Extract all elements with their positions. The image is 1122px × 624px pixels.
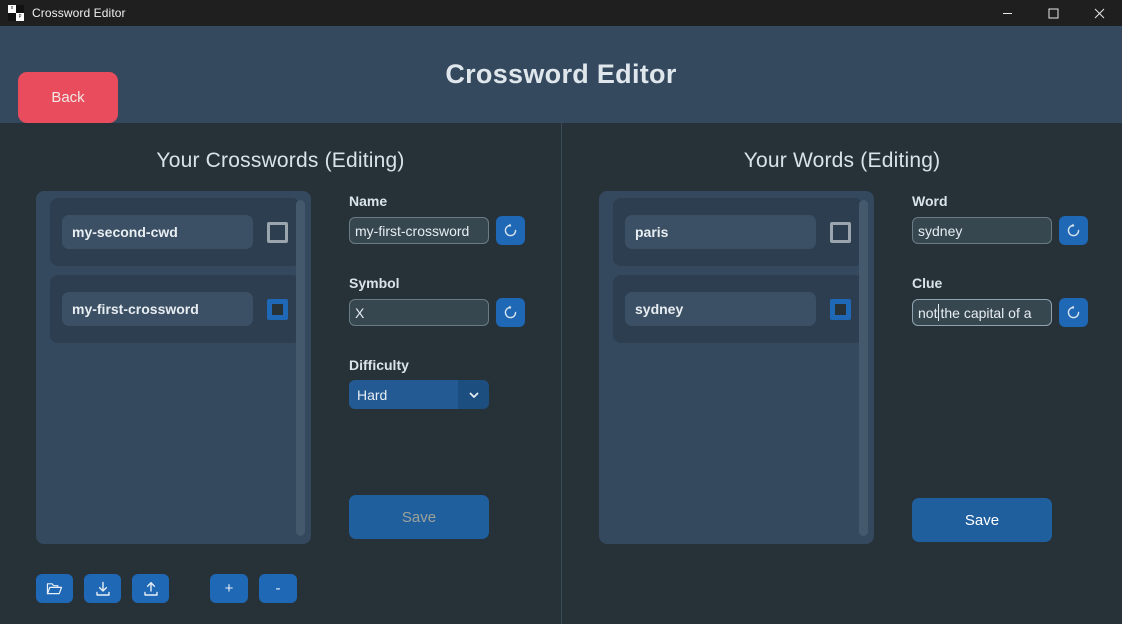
download-icon[interactable] xyxy=(84,574,121,603)
window-controls xyxy=(984,0,1122,26)
chevron-down-icon xyxy=(458,380,489,409)
main-content: Your Crosswords (Editing) my-second-cwd … xyxy=(0,123,1122,624)
words-scrollbar-thumb[interactable] xyxy=(859,200,868,536)
crossword-name-input[interactable]: my-first-crossword xyxy=(349,217,489,244)
list-item[interactable]: my-second-cwd xyxy=(50,198,300,266)
maximize-icon[interactable] xyxy=(1030,0,1076,26)
crossword-name-field[interactable]: my-first-crossword xyxy=(62,292,253,326)
name-field-label: Name xyxy=(349,193,388,209)
word-input[interactable]: sydney xyxy=(912,217,1052,244)
refresh-icon[interactable] xyxy=(1059,298,1088,327)
icon-cell-letter-p: p xyxy=(16,13,24,21)
refresh-icon[interactable] xyxy=(496,298,525,327)
crosswords-panel-title: Your Crosswords (Editing) xyxy=(156,149,405,172)
window-titlebar: x p Crossword Editor xyxy=(0,0,1122,26)
folder-open-icon[interactable] xyxy=(36,574,73,603)
clue-text-after-caret: the capital of a xyxy=(940,304,1032,321)
words-panel: Your Words (Editing) paris sydney Word s… xyxy=(561,123,1122,624)
difficulty-select[interactable]: Hard xyxy=(349,380,489,409)
word-name-field[interactable]: sydney xyxy=(625,292,816,326)
word-field-label: Word xyxy=(912,193,948,209)
crosswords-toolbar: + - xyxy=(36,574,297,603)
save-word-button[interactable]: Save xyxy=(912,498,1052,542)
words-panel-title: Your Words (Editing) xyxy=(743,149,941,172)
clue-text-before-caret: not xyxy=(918,304,938,321)
difficulty-field-label: Difficulty xyxy=(349,357,409,373)
word-select-checkbox[interactable] xyxy=(830,221,851,243)
upload-icon[interactable] xyxy=(132,574,169,603)
symbol-field-row: X xyxy=(349,298,539,327)
clue-field-label: Clue xyxy=(912,275,943,291)
minimize-icon[interactable] xyxy=(984,0,1030,26)
difficulty-field-row: Hard xyxy=(349,380,539,409)
symbol-field-label: Symbol xyxy=(349,275,400,291)
words-scrollbar[interactable] xyxy=(859,200,868,536)
page-title: Crossword Editor xyxy=(445,59,677,89)
add-crossword-button[interactable]: + xyxy=(210,574,248,603)
crosswords-panel: Your Crosswords (Editing) my-second-cwd … xyxy=(0,123,561,624)
name-field-row: my-first-crossword xyxy=(349,216,539,245)
crosswords-list-column: my-second-cwd my-first-crossword xyxy=(36,191,311,544)
crosswords-scrollbar-thumb[interactable] xyxy=(296,200,305,536)
refresh-icon[interactable] xyxy=(1059,216,1088,245)
crosswords-list-box: my-second-cwd my-first-crossword xyxy=(36,191,311,544)
list-item[interactable]: sydney xyxy=(613,275,863,343)
remove-crossword-button[interactable]: - xyxy=(259,574,297,603)
crossword-grid-icon: x p xyxy=(8,5,24,21)
crosswords-list-scroll[interactable]: my-second-cwd my-first-crossword xyxy=(50,198,304,537)
words-list-scroll[interactable]: paris sydney xyxy=(613,198,867,537)
icon-cell-dark-2 xyxy=(8,13,16,21)
icon-cell-letter-x: x xyxy=(8,5,16,13)
words-list-column: paris sydney xyxy=(599,191,874,544)
crosswords-scrollbar[interactable] xyxy=(296,200,305,536)
crossword-select-checkbox[interactable] xyxy=(267,221,288,243)
icon-cell-dark-1 xyxy=(16,5,24,13)
list-item[interactable]: paris xyxy=(613,198,863,266)
word-form: Word sydney Clue not the capital of a Sa… xyxy=(912,191,1102,544)
list-item[interactable]: my-first-crossword xyxy=(50,275,300,343)
save-crossword-button[interactable]: Save xyxy=(349,495,489,539)
back-button[interactable]: Back xyxy=(18,72,118,123)
window-title: Crossword Editor xyxy=(32,6,126,20)
word-select-checkbox[interactable] xyxy=(830,298,851,320)
words-list-box: paris sydney xyxy=(599,191,874,544)
word-name-field[interactable]: paris xyxy=(625,215,816,249)
text-caret xyxy=(938,304,940,321)
clue-field-row: not the capital of a xyxy=(912,298,1102,327)
crossword-form: Name my-first-crossword Symbol X Difficu… xyxy=(349,191,539,544)
word-field-row: sydney xyxy=(912,216,1102,245)
refresh-icon[interactable] xyxy=(496,216,525,245)
app-header: Back Crossword Editor xyxy=(0,26,1122,123)
crossword-name-field[interactable]: my-second-cwd xyxy=(62,215,253,249)
difficulty-selected-value: Hard xyxy=(349,380,458,409)
crossword-select-checkbox[interactable] xyxy=(267,298,288,320)
crossword-symbol-input[interactable]: X xyxy=(349,299,489,326)
close-icon[interactable] xyxy=(1076,0,1122,26)
clue-input[interactable]: not the capital of a xyxy=(912,299,1052,326)
